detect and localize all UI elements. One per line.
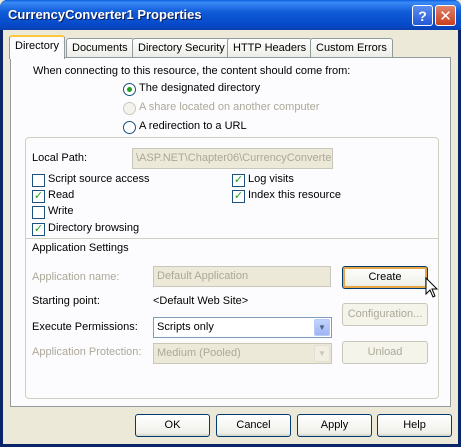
path-groupbox: Local Path: \ASP.NET\Chapter06\CurrencyC…	[25, 137, 439, 399]
apply-button[interactable]: Apply	[297, 414, 372, 437]
execute-permissions-select[interactable]: Scripts only ▼	[153, 317, 332, 338]
directory-browsing-checkbox[interactable]: ✓	[32, 223, 45, 236]
designated-directory-label[interactable]: The designated directory	[139, 82, 260, 94]
tab-label: Directory Security	[138, 42, 225, 54]
script-source-access-label[interactable]: Script source access	[48, 173, 149, 185]
index-resource-checkbox[interactable]: ✓	[232, 190, 245, 203]
starting-point-value: <Default Web Site>	[153, 295, 249, 307]
execute-permissions-label: Execute Permissions:	[32, 321, 138, 333]
unload-button: Unload	[342, 341, 428, 364]
tab-custom-errors[interactable]: Custom Errors	[310, 38, 393, 58]
section-divider	[26, 238, 438, 239]
tab-label: Documents	[72, 42, 128, 54]
ok-button[interactable]: OK	[135, 414, 210, 437]
designated-directory-radio[interactable]	[123, 83, 136, 96]
create-button[interactable]: Create	[342, 266, 428, 289]
tab-directory-security[interactable]: Directory Security	[132, 38, 231, 58]
help-title-button[interactable]: ?	[412, 5, 433, 26]
read-checkbox[interactable]: ✓	[32, 190, 45, 203]
check-icon: ✓	[33, 190, 44, 202]
tab-documents[interactable]: Documents	[66, 38, 134, 58]
application-protection-select: Medium (Pooled) ▼	[153, 343, 332, 364]
directory-browsing-label[interactable]: Directory browsing	[48, 222, 139, 234]
network-share-radio	[123, 102, 136, 115]
tab-directory[interactable]: Directory	[9, 35, 66, 59]
source-intro-text: When connecting to this resource, the co…	[33, 65, 351, 77]
check-icon: ✓	[33, 223, 44, 235]
local-path-field: \ASP.NET\Chapter06\CurrencyConverte	[132, 148, 333, 169]
execute-permissions-value: Scripts only	[157, 321, 214, 333]
tab-label: Custom Errors	[316, 42, 387, 54]
help-button[interactable]: Help	[377, 414, 452, 437]
chevron-down-icon[interactable]: ▼	[314, 319, 330, 336]
network-share-label: A share located on another computer	[139, 101, 320, 113]
url-redirection-label[interactable]: A redirection to a URL	[139, 120, 247, 132]
close-icon: ✕	[439, 7, 452, 25]
starting-point-label: Starting point:	[32, 295, 100, 307]
application-protection-label: Application Protection:	[32, 346, 142, 358]
chevron-down-icon: ▼	[314, 345, 330, 362]
tab-label: HTTP Headers	[233, 42, 307, 54]
dialog-client: Directory Documents Directory Security H…	[3, 30, 458, 444]
cancel-button[interactable]: Cancel	[216, 414, 291, 437]
directory-tab-panel: When connecting to this resource, the co…	[10, 57, 451, 407]
application-name-field: Default Application	[153, 266, 331, 287]
configuration-button: Configuration...	[342, 303, 428, 326]
read-label[interactable]: Read	[48, 189, 74, 201]
close-button[interactable]: ✕	[435, 5, 456, 26]
application-name-label: Application name:	[32, 271, 120, 283]
title-bar[interactable]: CurrencyConverter1 Properties ? ✕	[0, 0, 461, 30]
local-path-label: Local Path:	[32, 152, 88, 164]
log-visits-checkbox[interactable]: ✓	[232, 174, 245, 187]
write-checkbox[interactable]	[32, 206, 45, 219]
script-source-access-checkbox[interactable]	[32, 174, 45, 187]
url-redirection-radio[interactable]	[123, 121, 136, 134]
check-icon: ✓	[233, 190, 244, 202]
write-label[interactable]: Write	[48, 205, 73, 217]
mouse-cursor-icon	[425, 277, 439, 298]
window-title: CurrencyConverter1 Properties	[8, 7, 202, 22]
application-protection-value: Medium (Pooled)	[157, 347, 241, 359]
log-visits-label[interactable]: Log visits	[248, 173, 294, 185]
index-resource-label[interactable]: Index this resource	[248, 189, 341, 201]
application-settings-heading: Application Settings	[32, 242, 129, 254]
tab-label: Directory	[15, 40, 60, 52]
question-icon: ?	[418, 7, 427, 24]
properties-window: CurrencyConverter1 Properties ? ✕ Direct…	[0, 0, 461, 447]
check-icon: ✓	[233, 174, 244, 186]
tab-http-headers[interactable]: HTTP Headers	[227, 38, 313, 58]
